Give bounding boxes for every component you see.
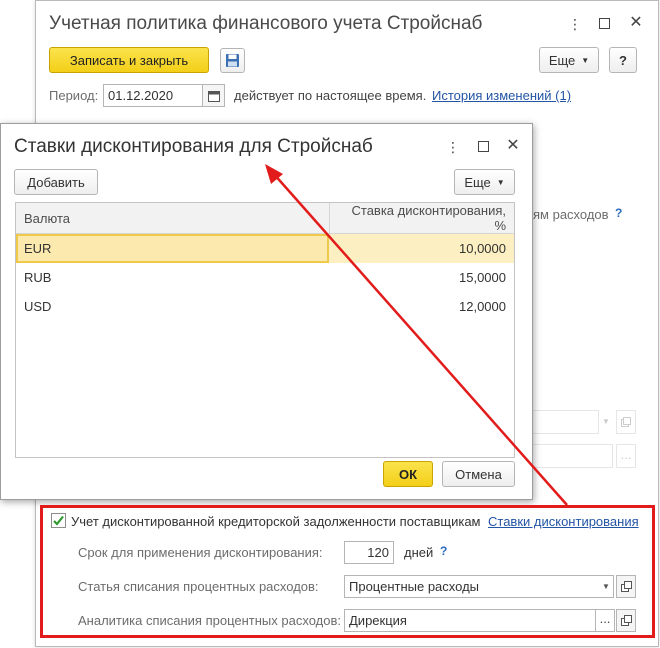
annotation-arrow — [265, 164, 568, 506]
